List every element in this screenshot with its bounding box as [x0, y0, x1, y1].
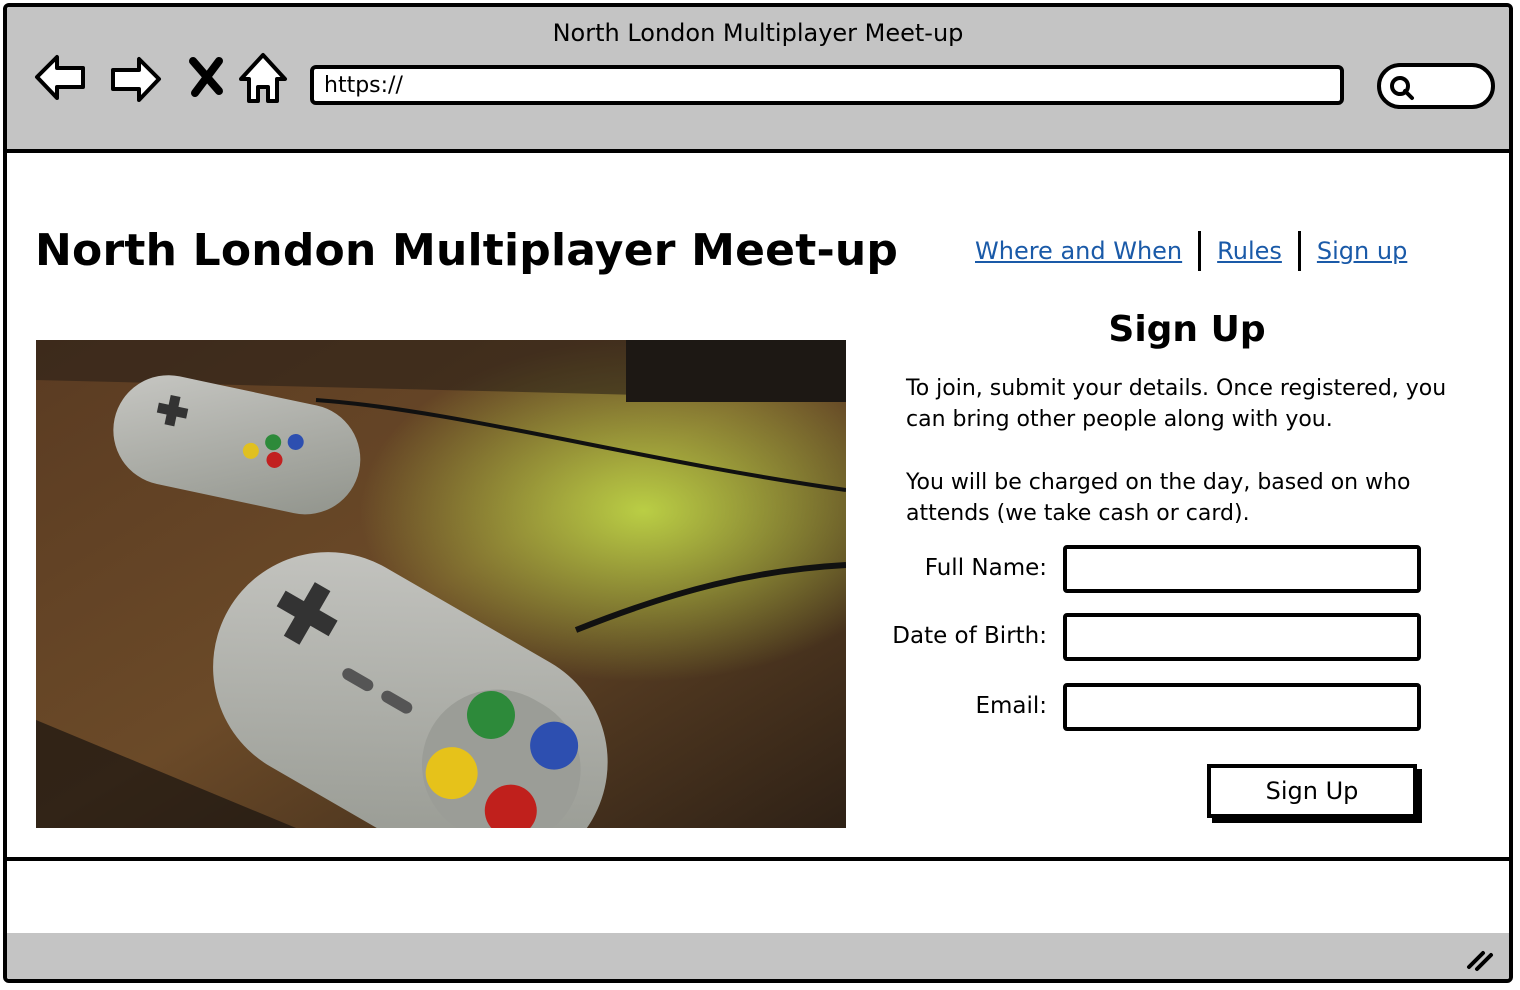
nav-divider	[1297, 231, 1301, 271]
signup-heading: Sign Up	[1108, 309, 1266, 350]
nav-link-sign-up[interactable]: Sign up	[1317, 237, 1407, 265]
home-icon[interactable]	[235, 47, 291, 107]
page-title: North London Multiplayer Meet-up	[35, 225, 899, 276]
signup-intro-text-1: To join, submit your details. Once regis…	[906, 376, 1447, 432]
browser-window: North London Multiplayer Meet-up https:/…	[3, 3, 1513, 983]
nav-link-where-and-when[interactable]: Where and When	[975, 237, 1182, 265]
sign-up-button[interactable]: Sign Up	[1207, 764, 1417, 818]
status-bar	[7, 933, 1509, 979]
nav-link-rules[interactable]: Rules	[1217, 237, 1282, 265]
footer-area	[7, 857, 1509, 945]
hero-photo	[36, 340, 846, 828]
site-nav: Where and When Rules Sign up	[975, 231, 1407, 271]
date-of-birth-field[interactable]	[1063, 613, 1421, 661]
back-arrow-icon[interactable]	[31, 47, 89, 107]
search-icon	[1390, 76, 1414, 100]
full-name-label: Full Name:	[924, 555, 1047, 581]
nav-divider	[1198, 231, 1202, 271]
email-label: Email:	[975, 693, 1047, 719]
date-of-birth-label: Date of Birth:	[892, 623, 1047, 649]
signup-intro: To join, submit your details. Once regis…	[906, 373, 1466, 561]
email-field[interactable]	[1063, 683, 1421, 731]
signup-intro-text-2: You will be charged on the day, based on…	[906, 470, 1411, 526]
close-icon[interactable]	[183, 47, 229, 107]
resize-grip-icon[interactable]	[1465, 945, 1495, 973]
full-name-field[interactable]	[1063, 545, 1421, 593]
window-title: North London Multiplayer Meet-up	[552, 19, 964, 47]
url-bar[interactable]: https://	[310, 65, 1344, 105]
forward-arrow-icon[interactable]	[107, 47, 165, 107]
browser-search-box[interactable]	[1377, 63, 1495, 109]
browser-chrome: North London Multiplayer Meet-up https:/…	[7, 7, 1509, 153]
